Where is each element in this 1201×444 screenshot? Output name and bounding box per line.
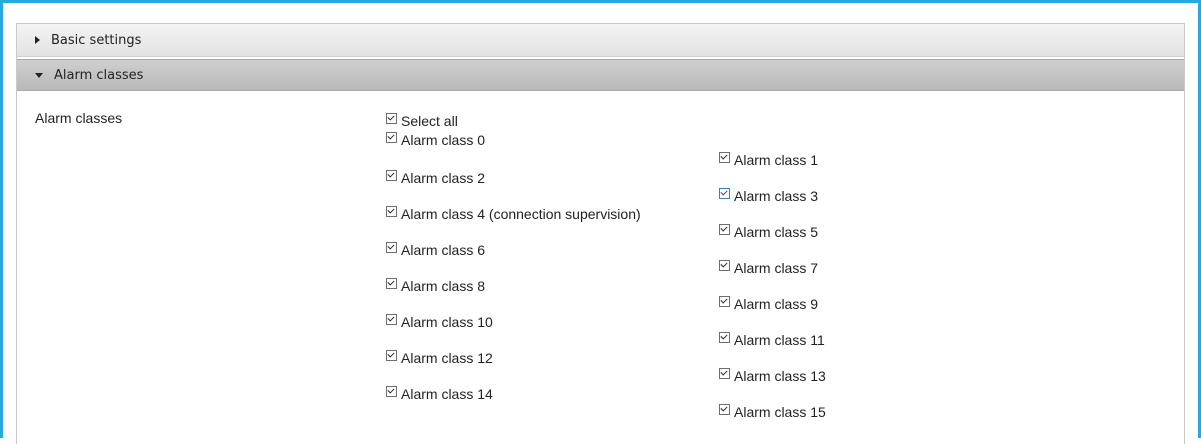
checkbox-label: Alarm class 13 [734, 368, 826, 384]
alarm-class-checkbox[interactable]: Alarm class 8 [386, 277, 485, 295]
checkbox-label: Alarm class 11 [734, 332, 825, 348]
checkbox-label: Alarm class 1 [734, 152, 819, 168]
alarm-class-checkbox[interactable]: Alarm class 0 [386, 131, 485, 149]
select-all-checkbox[interactable]: Select all [386, 112, 458, 130]
checkbox-icon[interactable] [386, 242, 397, 253]
checkbox-icon[interactable] [386, 132, 397, 143]
checkbox-icon[interactable] [386, 113, 397, 124]
expand-arrow-icon [35, 36, 40, 44]
checkbox-icon[interactable] [386, 170, 397, 181]
alarm-class-checkbox[interactable]: Alarm class 9 [719, 295, 818, 313]
alarm-class-checkbox[interactable]: Alarm class 1 [719, 151, 818, 169]
checkbox-label: Alarm class 8 [401, 278, 486, 294]
checkbox-icon[interactable] [719, 368, 730, 379]
checkbox-label: Alarm class 0 [401, 132, 486, 148]
checkbox-label: Alarm class 9 [734, 296, 819, 312]
checkbox-label: Alarm class 5 [734, 224, 819, 240]
settings-panel: Basic settings Alarm classes [16, 23, 1185, 444]
alarm-class-checkbox[interactable]: Alarm class 12 [386, 349, 493, 367]
checkbox-icon[interactable] [386, 278, 397, 289]
alarm-class-checkbox[interactable]: Alarm class 14 [386, 385, 493, 403]
checkbox-label: Alarm class 4 (connection supervision) [401, 206, 641, 222]
alarm-class-checkbox[interactable]: Alarm class 3 [719, 187, 818, 205]
checkbox-icon[interactable] [719, 152, 730, 163]
checkbox-label: Alarm class 7 [734, 260, 819, 276]
section-title: Alarm classes [54, 67, 144, 83]
checkbox-icon[interactable] [719, 404, 730, 415]
alarm-class-checkbox[interactable]: Alarm class 2 [386, 169, 485, 187]
checkbox-icon[interactable] [386, 206, 397, 217]
checkbox-icon[interactable] [719, 296, 730, 307]
section-header-alarm-classes[interactable]: Alarm classes [17, 59, 1184, 91]
checkbox-label: Alarm class 14 [401, 386, 493, 402]
section-title: Basic settings [51, 32, 142, 48]
alarm-class-checkbox[interactable]: Alarm class 7 [719, 259, 818, 277]
checkbox-icon[interactable] [386, 350, 397, 361]
checkbox-icon[interactable] [386, 386, 397, 397]
checkbox-label: Alarm class 12 [401, 350, 493, 366]
checkbox-icon[interactable] [719, 260, 730, 271]
checkbox-label: Alarm class 15 [734, 404, 826, 420]
collapse-arrow-icon [35, 72, 43, 78]
checkbox-label: Alarm class 3 [734, 188, 819, 204]
alarm-class-checkbox[interactable]: Alarm class 15 [719, 403, 826, 421]
checkbox-label: Select all [401, 113, 458, 129]
alarm-class-checkbox[interactable]: Alarm class 4 (connection supervision) [386, 205, 641, 223]
checkbox-icon[interactable] [719, 224, 730, 235]
checkbox-icon[interactable] [719, 332, 730, 343]
alarm-classes-label: Alarm classes [35, 110, 123, 126]
alarm-class-checkbox[interactable]: Alarm class 6 [386, 241, 485, 259]
alarm-class-checkbox[interactable]: Alarm class 5 [719, 223, 818, 241]
checkbox-label: Alarm class 2 [401, 170, 486, 186]
section-header-basic-settings[interactable]: Basic settings [17, 24, 1184, 57]
checkbox-label: Alarm class 6 [401, 242, 486, 258]
alarm-class-checkbox[interactable]: Alarm class 10 [386, 313, 493, 331]
alarm-class-checkbox[interactable]: Alarm class 13 [719, 367, 826, 385]
checkbox-icon[interactable] [719, 188, 730, 199]
alarm-class-checkbox[interactable]: Alarm class 11 [719, 331, 825, 349]
checkbox-icon[interactable] [386, 314, 397, 325]
checkbox-label: Alarm class 10 [401, 314, 493, 330]
